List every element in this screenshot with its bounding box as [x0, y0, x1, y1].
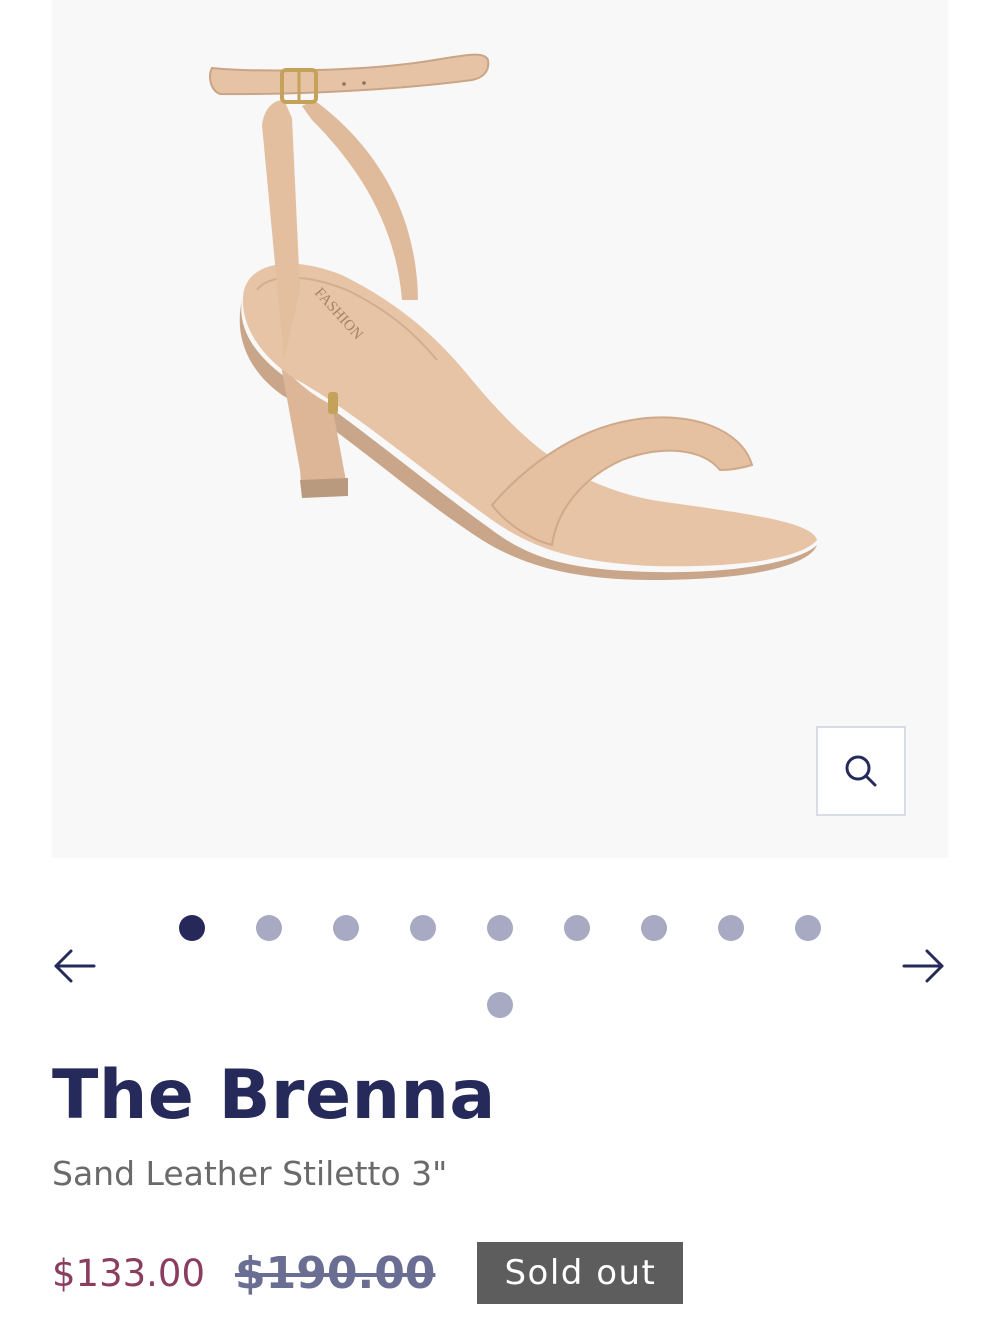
- gallery-dot[interactable]: [410, 915, 436, 941]
- gallery-pagination: [150, 905, 850, 1025]
- gallery-dot[interactable]: [256, 915, 282, 941]
- product-title: The Brenna: [52, 1056, 496, 1135]
- arrow-left-icon: [54, 949, 96, 983]
- gallery-dot[interactable]: [487, 992, 513, 1018]
- compare-at-price: $190.00: [235, 1247, 436, 1299]
- search-icon: [845, 755, 877, 787]
- gallery-dot[interactable]: [487, 915, 513, 941]
- gallery-prev-button[interactable]: [52, 946, 96, 986]
- product-image: FASHION: [209, 53, 818, 580]
- gallery-dot[interactable]: [564, 915, 590, 941]
- product-subtitle: Sand Leather Stiletto 3": [52, 1154, 448, 1193]
- gallery-dot[interactable]: [333, 915, 359, 941]
- sold-out-badge: Sold out: [477, 1242, 684, 1304]
- price-row: $133.00 $190.00 Sold out: [52, 1242, 684, 1304]
- arrow-right-icon: [902, 949, 944, 983]
- gallery-dot[interactable]: [718, 915, 744, 941]
- gallery-next-button[interactable]: [902, 946, 946, 986]
- zoom-button[interactable]: [816, 726, 906, 816]
- gallery-dot[interactable]: [179, 915, 205, 941]
- gallery-dot[interactable]: [795, 915, 821, 941]
- product-gallery: FASHION: [52, 0, 948, 858]
- sale-price: $133.00: [52, 1251, 206, 1295]
- gallery-dot[interactable]: [641, 915, 667, 941]
